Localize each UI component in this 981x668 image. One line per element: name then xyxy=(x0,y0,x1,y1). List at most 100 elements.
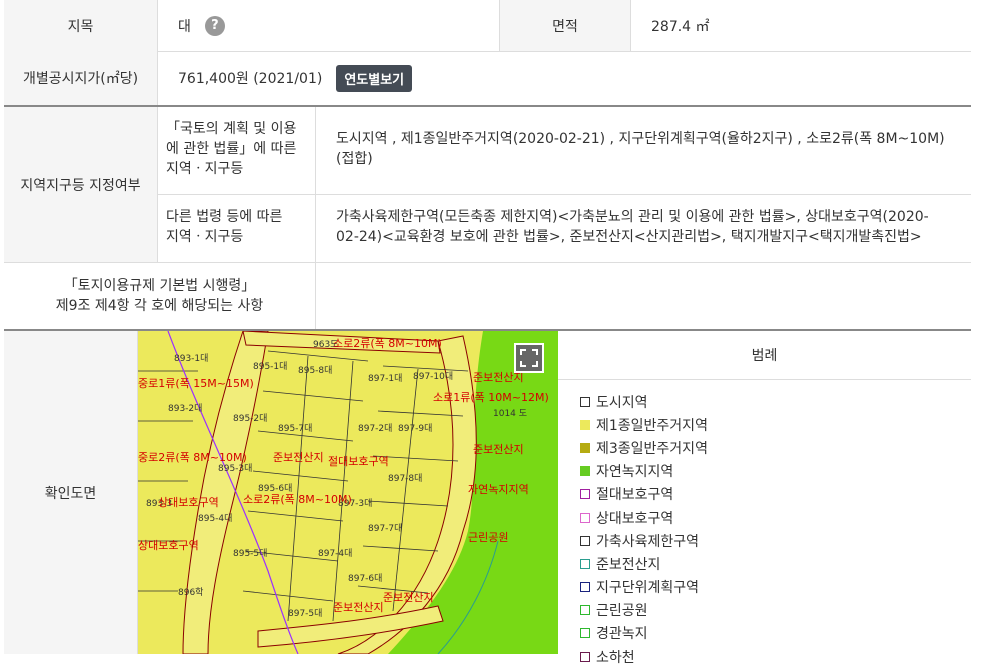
legend-item: 준보전산지 xyxy=(580,552,971,575)
zoning-row: 지역지구등 지정여부 「국토의 계획 및 이용 에 관한 법률」에 따른 지역ㆍ… xyxy=(4,107,971,263)
legend-item-label: 상대보호구역 xyxy=(596,510,674,527)
legend-item-label: 경관녹지 xyxy=(596,626,648,643)
map-zone-label: 준보전산지 xyxy=(333,601,384,614)
parcel-label: 897-6대 xyxy=(348,573,382,584)
land-category-header: 지목 xyxy=(4,0,158,51)
other-law-value: 가축사육제한구역(모든축종 제한지역)<가축분뇨의 관리 및 이용에 관한 법률… xyxy=(336,209,929,245)
fullscreen-icon xyxy=(520,349,538,367)
legend-item: 제1종일반주거지역 xyxy=(580,413,971,436)
legend-swatch-icon xyxy=(580,419,590,430)
legend-item: 근린공원 xyxy=(580,599,971,622)
national-law-label: 「국토의 계획 및 이용 에 관한 법률」에 따른 지역ㆍ지구등 xyxy=(158,107,316,194)
area-value: 287.4 ㎡ xyxy=(651,18,710,35)
legend-item: 경관녹지 xyxy=(580,622,971,645)
map-road-label: 소로2류(폭 8M~10M) xyxy=(243,493,352,506)
legend-item-label: 소하천 xyxy=(596,649,635,666)
parcel-label: 895-2대 xyxy=(233,413,267,424)
legend-item-label: 가축사육제한구역 xyxy=(596,533,700,550)
legend-swatch-icon xyxy=(580,396,590,407)
parcel-label: 897-2대 xyxy=(358,423,392,434)
parcel-label: 897-4대 xyxy=(318,548,352,559)
map-zone-label: 상대보호구역 xyxy=(158,496,219,509)
legend-swatch-icon xyxy=(580,535,590,546)
legend-item: 자연녹지지역 xyxy=(580,460,971,483)
parcel-label: 897-8대 xyxy=(388,473,422,484)
legend-swatch-icon xyxy=(580,651,590,662)
zoning-header: 지역지구등 지정여부 xyxy=(4,107,158,262)
parcel-label: 897-1대 xyxy=(368,373,402,384)
legend-item-label: 절대보호구역 xyxy=(596,487,674,504)
parcel-label: 895-7대 xyxy=(278,423,312,434)
parcel-label: 895-3대 xyxy=(218,463,252,474)
legend-item: 제3종일반주거지역 xyxy=(580,436,971,459)
map-legend: 범례 도시지역제1종일반주거지역제3종일반주거지역자연녹지지역절대보호구역상대보… xyxy=(558,331,971,666)
legend-item: 상대보호구역 xyxy=(580,506,971,529)
enforcement-header: 「토지이용규제 기본법 시행령」 제9조 제4항 각 호에 해당되는 사항 xyxy=(4,263,316,329)
map-road-label: 소로1류(폭 10M~12M) xyxy=(433,391,549,404)
land-use-map[interactable]: 893-1대 895-1대 895-8대 897-1대 897-10대 893-… xyxy=(138,331,558,654)
legend-swatch-icon xyxy=(580,605,590,616)
map-road-label: 중로1류(폭 15M~15M) xyxy=(138,377,254,390)
parcel-label: 895-5대 xyxy=(233,548,267,559)
legend-item-label: 제3종일반주거지역 xyxy=(596,440,708,457)
map-road-label: 소로2류(폭 8M~10M) xyxy=(333,337,442,350)
legend-swatch-icon xyxy=(580,489,590,500)
parcel-label: 897-10대 xyxy=(413,371,453,382)
legend-list: 도시지역제1종일반주거지역제3종일반주거지역자연녹지지역절대보호구역상대보호구역… xyxy=(558,380,971,668)
zoning-other-row: 다른 법령 등에 따른 지역ㆍ지구등 가축사육제한구역(모든축종 제한지역)<가… xyxy=(158,195,971,262)
national-law-value: 도시지역 , 제1종일반주거지역(2020-02-21) , 지구단위계획구역(… xyxy=(336,131,945,167)
official-price-cell: 761,400원 (2021/01) 연도별보기 xyxy=(158,51,971,105)
map-zone-label: 상대보호구역 xyxy=(138,539,199,552)
legend-item-label: 준보전산지 xyxy=(596,556,661,573)
yearly-view-button[interactable]: 연도별보기 xyxy=(336,64,413,92)
legend-item-label: 도시지역 xyxy=(596,394,648,411)
map-road-label: 중로2류(폭 8M~10M) xyxy=(138,451,247,464)
legend-item: 도시지역 xyxy=(580,390,971,413)
parcel-label: 896학 xyxy=(178,587,203,598)
legend-item-label: 자연녹지지역 xyxy=(596,464,674,481)
legend-item: 절대보호구역 xyxy=(580,483,971,506)
zoning-national-row: 「국토의 계획 및 이용 에 관한 법률」에 따른 지역ㆍ지구등 도시지역 , … xyxy=(158,107,971,195)
map-zone-label: 절대보호구역 xyxy=(328,455,389,468)
enforcement-value xyxy=(316,263,971,329)
enforcement-row: 「토지이용규제 기본법 시행령」 제9조 제4항 각 호에 해당되는 사항 xyxy=(4,263,971,331)
official-price-value: 761,400원 (2021/01) xyxy=(178,71,323,87)
legend-swatch-icon xyxy=(580,628,590,639)
parcel-label: 893-2대 xyxy=(168,403,202,414)
parcel-label: 895-4대 xyxy=(198,513,232,524)
map-section-header: 확인도면 xyxy=(4,331,138,654)
parcel-label: 895-1대 xyxy=(253,361,287,372)
legend-item-label: 제1종일반주거지역 xyxy=(596,417,708,434)
legend-swatch-icon xyxy=(580,582,590,593)
legend-item-label: 근린공원 xyxy=(596,603,648,620)
map-canvas: 893-1대 895-1대 895-8대 897-1대 897-10대 893-… xyxy=(138,331,558,654)
fullscreen-button[interactable] xyxy=(514,343,544,373)
map-zone-label: 준보전산지 xyxy=(383,591,434,604)
area-header: 면적 xyxy=(500,0,631,51)
parcel-label: 1014 도 xyxy=(493,409,527,419)
map-zone-label: 준보전산지 xyxy=(473,443,524,456)
legend-item: 소하천 xyxy=(580,645,971,668)
parcel-label: 893-1대 xyxy=(174,353,208,364)
parcel-label: 895-8대 xyxy=(298,365,332,376)
help-icon[interactable]: ? xyxy=(204,15,225,36)
legend-swatch-icon xyxy=(580,512,590,523)
official-price-header: 개별공시지가(㎡당) xyxy=(4,51,158,105)
map-zone-label: 자연녹지지역 xyxy=(468,483,529,496)
parcel-label: 897-5대 xyxy=(288,608,322,619)
other-law-label: 다른 법령 등에 따른 지역ㆍ지구등 xyxy=(158,195,316,262)
parcel-label: 897-7대 xyxy=(368,523,402,534)
land-category-value: 대 xyxy=(178,18,191,35)
legend-title: 범례 xyxy=(558,331,971,380)
land-category-row: 지목 대 ? 면적 287.4 ㎡ xyxy=(4,0,971,52)
legend-item: 지구단위계획구역 xyxy=(580,576,971,599)
map-zone-label: 근린공원 xyxy=(468,531,508,544)
land-category-cell: 대 ? xyxy=(158,0,500,51)
map-zone-label: 준보전산지 xyxy=(273,451,324,464)
legend-item: 가축사육제한구역 xyxy=(580,529,971,552)
legend-swatch-icon xyxy=(580,442,590,453)
legend-swatch-icon xyxy=(580,558,590,569)
legend-swatch-icon xyxy=(580,466,590,477)
official-price-row: 개별공시지가(㎡당) 761,400원 (2021/01) 연도별보기 xyxy=(4,51,971,107)
legend-item-label: 지구단위계획구역 xyxy=(596,580,700,597)
